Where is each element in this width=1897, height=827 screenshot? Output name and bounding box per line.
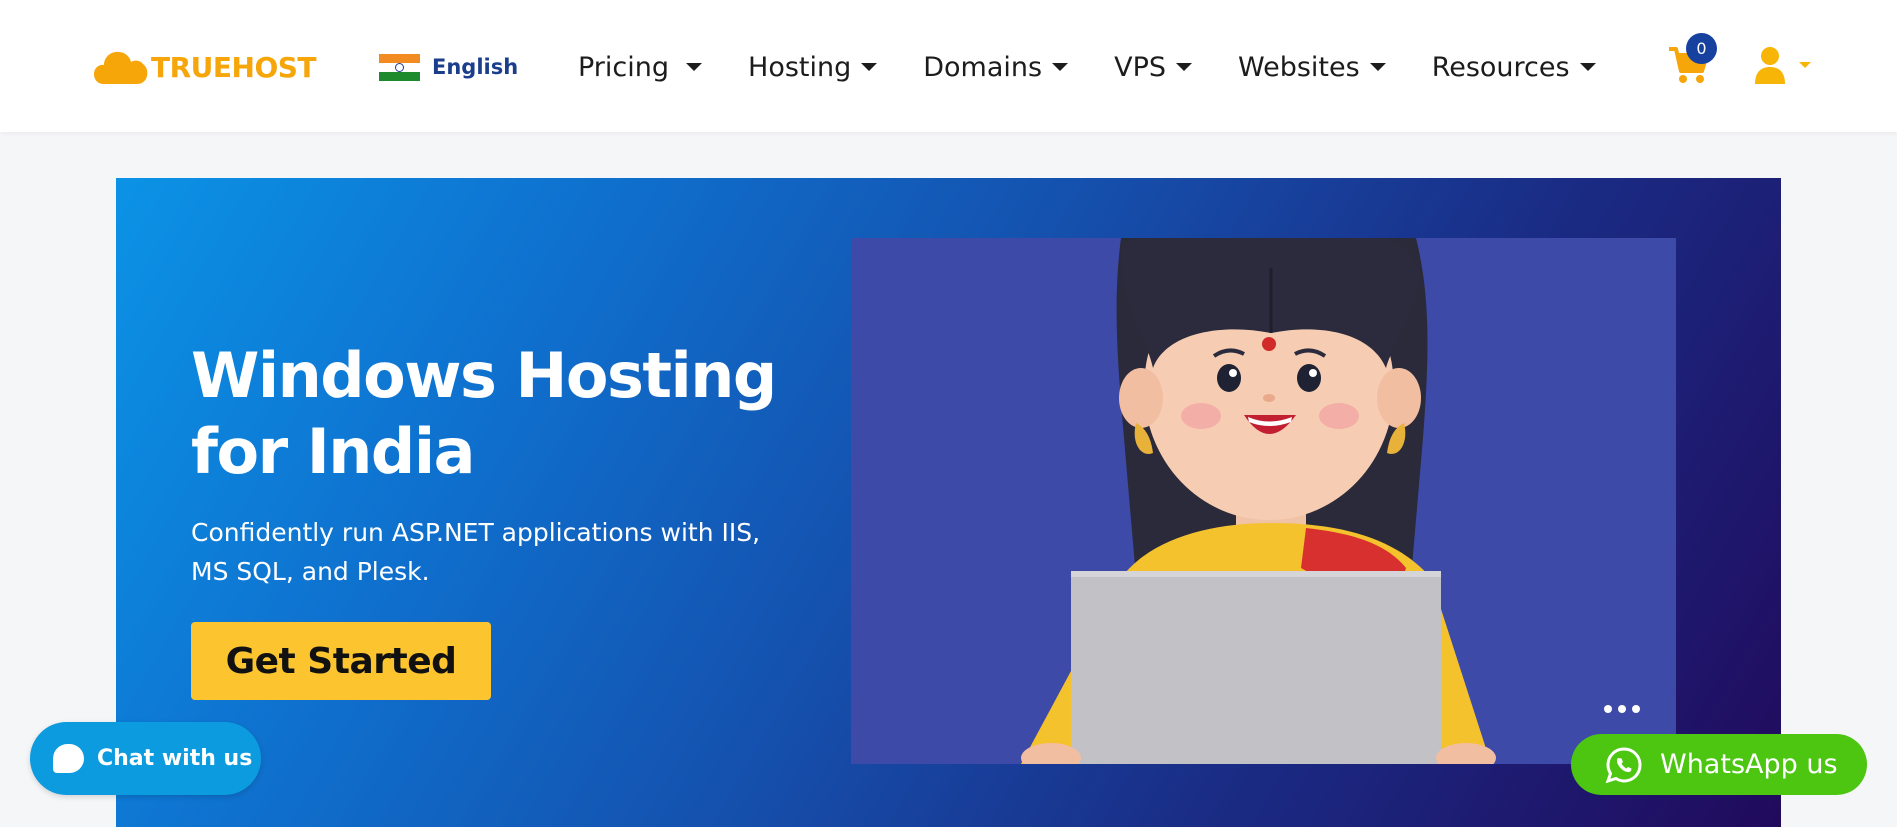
nav-hosting-label: Hosting: [748, 51, 852, 83]
main-nav: Pricing Hosting Domains VPS Websites Res…: [578, 44, 1642, 90]
india-flag-icon: [379, 53, 420, 81]
caret-down-icon: [1052, 63, 1069, 71]
nav-pricing[interactable]: Pricing: [578, 51, 703, 83]
nav-domains[interactable]: Domains: [923, 51, 1069, 83]
cart-count-badge: 0: [1686, 33, 1717, 64]
whatsapp-icon: [1605, 746, 1642, 783]
chevron-down-icon: [1799, 62, 1811, 68]
language-label: English: [432, 55, 519, 79]
whatsapp-label: WhatsApp us: [1660, 749, 1838, 780]
cloud-logo-icon: [94, 51, 148, 84]
nav-vps-label: VPS: [1114, 51, 1166, 83]
nav-websites-label: Websites: [1237, 51, 1360, 83]
caret-down-icon: [861, 63, 878, 71]
hero-title: Windows Hosting for India: [191, 339, 777, 488]
whatsapp-button[interactable]: WhatsApp us: [1571, 734, 1867, 795]
nav-domains-label: Domains: [923, 51, 1043, 83]
hero-illustration: [851, 238, 1676, 764]
language-selector[interactable]: English: [379, 52, 518, 82]
user-icon: [1755, 47, 1785, 84]
nav-resources-label: Resources: [1431, 51, 1570, 83]
nav-resources[interactable]: Resources: [1432, 52, 1596, 83]
caret-down-icon: [686, 63, 703, 71]
hero-subtitle: Confidently run ASP.NET applications wit…: [191, 518, 761, 586]
get-started-button[interactable]: Get Started: [191, 622, 491, 700]
chat-with-us-button[interactable]: Chat with us: [30, 722, 261, 795]
caret-down-icon: [1579, 63, 1596, 71]
chat-label: Chat with us: [97, 746, 253, 771]
chat-bubble-icon: [53, 744, 84, 773]
nav-websites[interactable]: Websites: [1238, 52, 1386, 83]
account-menu[interactable]: [1753, 46, 1823, 84]
site-header: TRUEHOST English Pricing Hosting Domains…: [0, 0, 1897, 132]
caret-down-icon: [1369, 63, 1386, 71]
nav-hosting[interactable]: Hosting: [748, 51, 878, 83]
logo-text: TRUEHOST: [151, 50, 317, 84]
truehost-logo[interactable]: TRUEHOST: [94, 48, 317, 86]
woman-with-laptop-image: [1021, 238, 1496, 764]
nav-pricing-label: Pricing: [578, 51, 670, 83]
nav-vps[interactable]: VPS: [1114, 52, 1192, 83]
caret-down-icon: [1175, 63, 1192, 71]
more-dots-icon[interactable]: [1604, 705, 1640, 713]
